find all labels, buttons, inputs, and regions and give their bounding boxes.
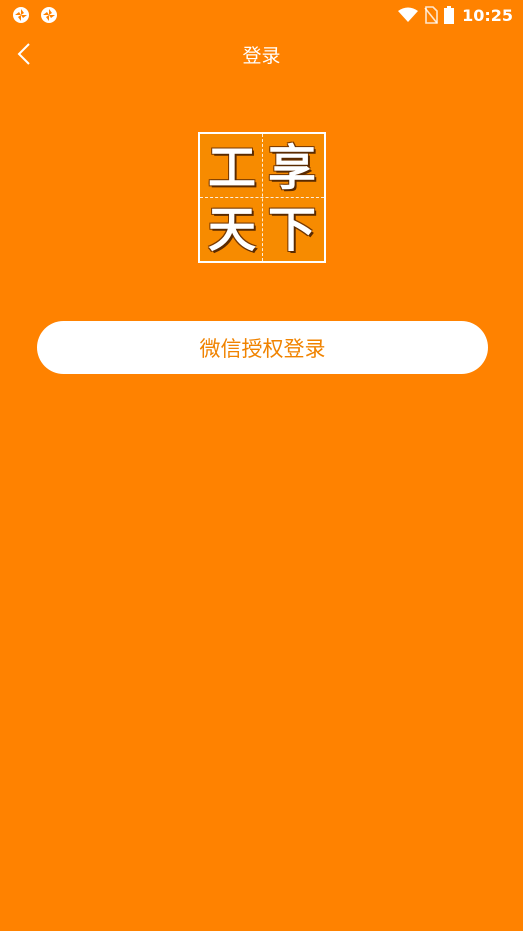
logo-char: 享 [267, 140, 316, 196]
page-title: 登录 [242, 45, 281, 67]
notification-app-icon [41, 7, 57, 23]
app-logo: 工 享 天 下 [198, 132, 326, 263]
status-clock: 10:25 [462, 5, 513, 25]
no-sim-icon [424, 6, 438, 24]
logo-char: 工 [207, 140, 256, 196]
wechat-login-button[interactable]: 微信授权登录 [37, 321, 488, 374]
status-bar: 10:25 [0, 0, 523, 30]
logo-char: 天 [207, 202, 256, 258]
nav-bar: 登录 [0, 30, 523, 78]
wifi-icon [398, 7, 419, 22]
notification-app-icon [13, 7, 29, 23]
logo-char: 下 [267, 202, 316, 258]
wechat-login-label: 微信授权登录 [199, 336, 326, 361]
battery-icon [444, 6, 455, 24]
status-icons: 10:25 [398, 4, 513, 26]
